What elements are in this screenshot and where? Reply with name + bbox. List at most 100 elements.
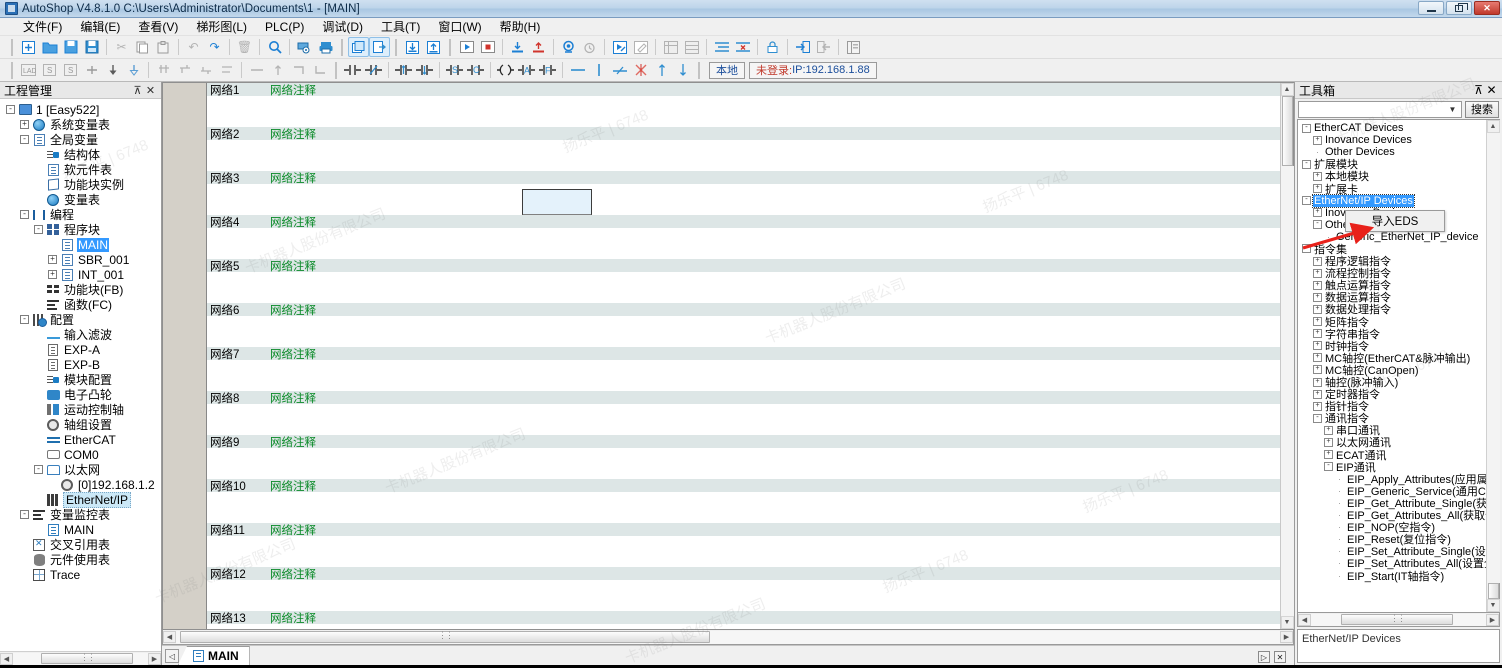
collapse-toggle-icon[interactable]: - [34,225,43,234]
project-tree-item[interactable]: 输入滤波 [0,327,161,342]
expand-toggle-icon[interactable]: + [1313,305,1322,314]
expand-toggle-icon[interactable]: + [1313,257,1322,266]
hline-icon[interactable] [567,60,588,80]
insert-row-icon[interactable] [81,60,102,80]
project-tree-item[interactable]: 模块配置 [0,372,161,387]
ladder-network-body[interactable] [207,404,1280,435]
ladder-hscrollbar[interactable]: ◀ ▶ [162,630,1294,645]
delete-vline-icon[interactable] [630,60,651,80]
project-tree-item[interactable]: -1 [Easy522] [0,102,161,117]
ladder-vscroll-track[interactable] [1281,166,1294,616]
toolbox-tree-item[interactable]: +ECAT通讯 [1298,449,1486,461]
ladder-network-body[interactable] [207,316,1280,347]
project-tree-item[interactable]: -编程 [0,207,161,222]
collapse-toggle-icon[interactable]: - [6,105,15,114]
menu-help[interactable]: 帮助(H) [491,17,550,36]
expand-toggle-icon[interactable]: + [1324,450,1333,459]
ladder-network[interactable]: 网络8网络注释 [207,391,1280,435]
align-b-icon[interactable] [174,60,195,80]
project-tree-item[interactable]: 函数(FC) [0,297,161,312]
ladder-network-body[interactable] [207,140,1280,171]
write-mode-icon[interactable] [630,37,651,57]
project-tree-item[interactable]: -配置 [0,312,161,327]
toolbox-tree[interactable]: -EtherCAT Devices+Inovance Devices·Other… [1298,120,1486,612]
project-tree-item[interactable]: -变量监控表 [0,507,161,522]
restore-button[interactable] [1446,1,1472,15]
copy-icon[interactable] [132,37,153,57]
project-tree-item[interactable]: 运动控制轴 [0,402,161,417]
plc-download-icon[interactable] [507,37,528,57]
ladder-scroll-up[interactable]: ▲ [1281,83,1294,96]
expand-toggle-icon[interactable]: + [1313,378,1322,387]
ladder-network[interactable]: 网络1网络注释 [207,83,1280,127]
falling-edge-icon[interactable] [414,60,435,80]
login-icon[interactable] [792,37,813,57]
project-tree-item[interactable]: EXP-B [0,357,161,372]
expand-toggle-icon[interactable]: + [1313,172,1322,181]
contact-no-icon[interactable] [342,60,363,80]
run-icon[interactable] [456,37,477,57]
toolbox-tree-item[interactable]: +扩展卡 [1298,182,1486,194]
expand-toggle-icon[interactable]: + [48,270,57,279]
ladder-network-body[interactable] [207,272,1280,303]
toolbox-tree-item[interactable]: +Inovance Devices [1298,134,1486,146]
stop-icon[interactable] [477,37,498,57]
ladder-network-body[interactable] [207,228,1280,259]
toolbox-search-button[interactable]: 搜索 [1465,101,1499,118]
toolbox-close-icon[interactable]: ✕ [1485,83,1498,97]
toolbox-scroll-up[interactable]: ▲ [1487,120,1500,133]
collapse-toggle-icon[interactable]: - [1324,462,1333,471]
project-tree-item[interactable]: 变量表 [0,192,161,207]
project-tree[interactable]: -1 [Easy522]+系统变量表-全局变量结构体软元件表功能块实例变量表-编… [0,99,161,651]
clock-icon[interactable] [579,37,600,57]
new-file-icon[interactable] [18,37,39,57]
compile-icon[interactable] [348,37,369,57]
paste-icon[interactable] [153,37,174,57]
sfc-mode-icon[interactable]: S [60,60,81,80]
expand-toggle-icon[interactable]: + [1313,365,1322,374]
collapse-toggle-icon[interactable]: - [1302,160,1311,169]
print-preview-icon[interactable] [294,37,315,57]
expand-toggle-icon[interactable]: + [1324,438,1333,447]
project-tree-item[interactable]: +INT_001 [0,267,161,282]
project-tree-item[interactable]: -全局变量 [0,132,161,147]
ladder-network-body[interactable] [207,536,1280,567]
project-tree-item[interactable]: -程序块 [0,222,161,237]
ladder-network[interactable]: 网络4网络注释 [207,215,1280,259]
corner-bl-icon[interactable] [309,60,330,80]
tab-main[interactable]: MAIN [178,646,250,665]
save-icon[interactable] [60,37,81,57]
ladder-network[interactable]: 网络5网络注释 [207,259,1280,303]
project-tree-item[interactable]: 电子凸轮 [0,387,161,402]
toolbox-search-combo[interactable]: ▼ [1298,101,1462,118]
ladder-network-body[interactable] [207,360,1280,391]
close-button[interactable]: ✕ [1474,1,1500,15]
ladder-network[interactable]: 网络2网络注释 [207,127,1280,171]
ladder-network[interactable]: 网络13网络注释 [207,611,1280,629]
scroll-right-arrow[interactable]: ▶ [148,653,161,665]
expand-toggle-icon[interactable]: + [1313,184,1322,193]
toolbox-tree-item[interactable]: -EtherNet/IP Devices [1298,195,1486,207]
logout-icon[interactable] [813,37,834,57]
download-icon[interactable] [402,37,423,57]
upload-icon[interactable] [423,37,444,57]
cut-icon[interactable]: ✂ [111,37,132,57]
expand-toggle-icon[interactable]: + [1313,317,1322,326]
delete-hline-icon[interactable] [609,60,630,80]
login-status-chip[interactable]: 未登录:IP:192.168.1.88 [749,62,877,79]
lad-mode-icon[interactable]: LAD [18,60,39,80]
indent-left-icon[interactable] [711,37,732,57]
coil-f-icon[interactable]: F [537,60,558,80]
expand-toggle-icon[interactable]: + [20,120,29,129]
ladder-network[interactable]: 网络3网络注释 [207,171,1280,215]
expand-toggle-icon[interactable]: + [1313,281,1322,290]
project-tree-item[interactable]: EtherNet/IP [0,492,161,507]
menu-plc[interactable]: PLC(P) [256,19,313,35]
collapse-toggle-icon[interactable]: - [20,135,29,144]
undo-icon[interactable]: ↶ [183,37,204,57]
compile-all-icon[interactable] [369,37,390,57]
append-down-icon[interactable] [123,60,144,80]
expand-toggle-icon[interactable]: + [1313,353,1322,362]
ladder-scroll-right[interactable]: ▶ [1280,631,1293,643]
force-table-icon[interactable] [681,37,702,57]
